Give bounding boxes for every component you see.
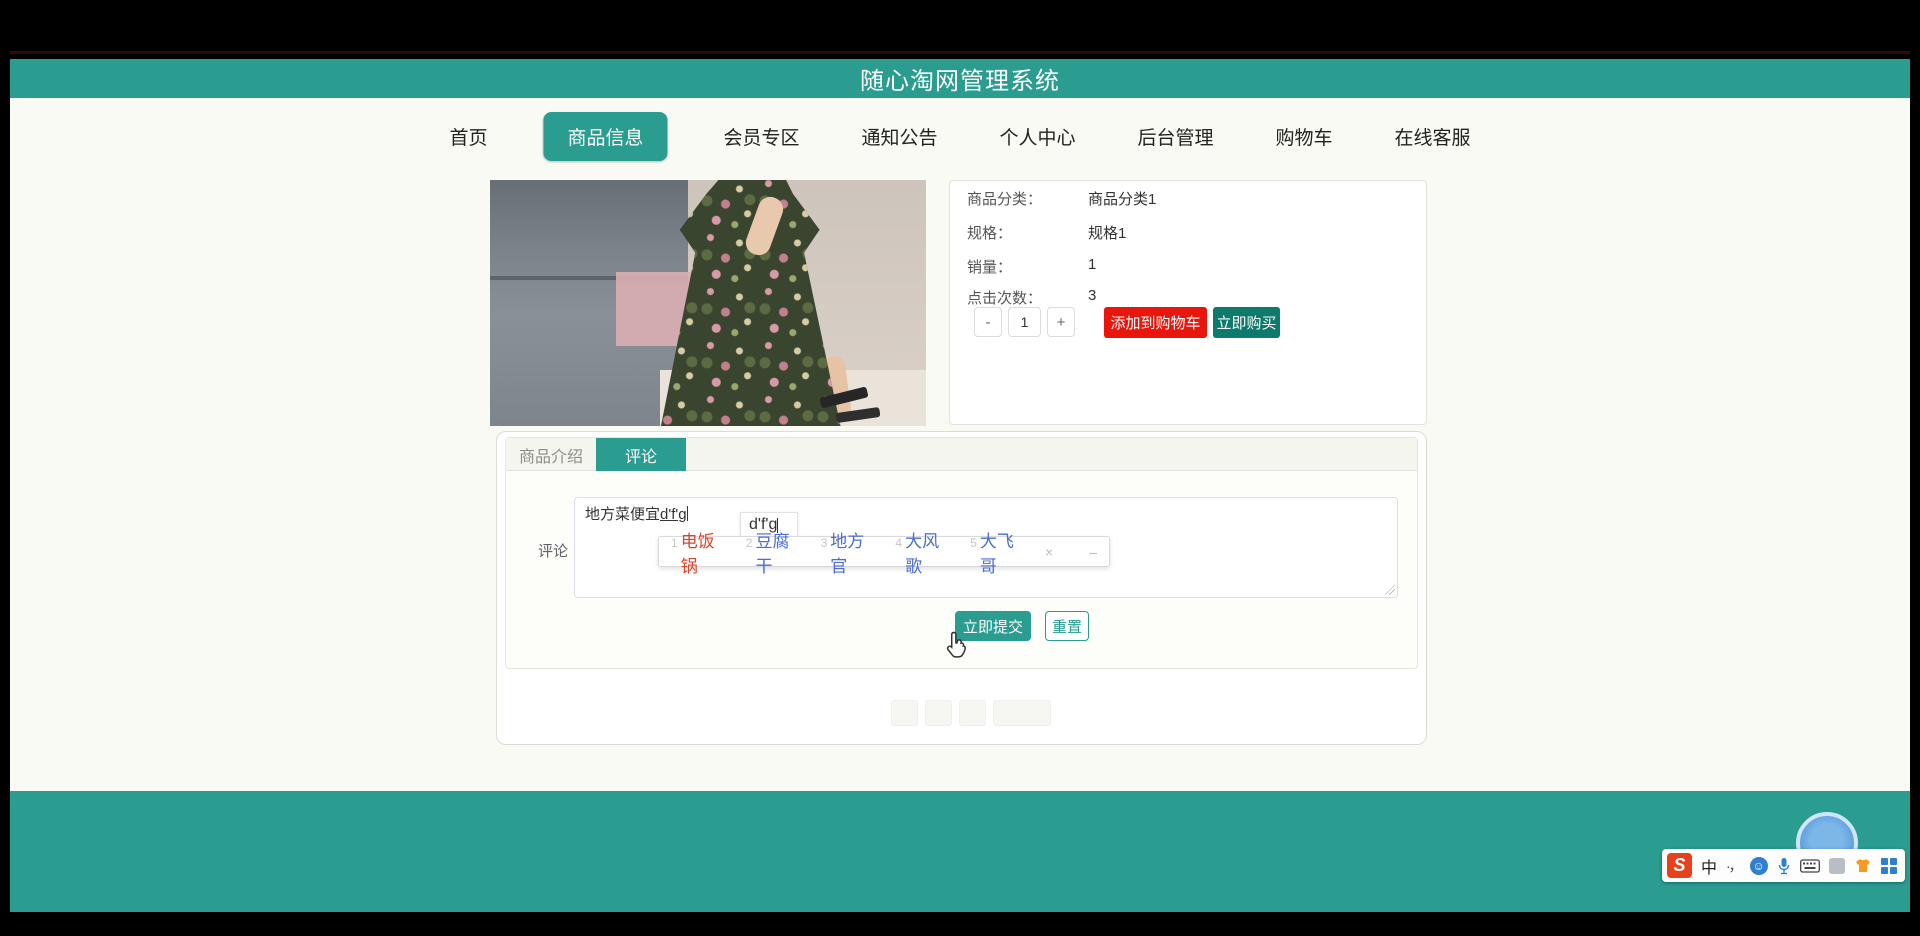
purchase-controls: - 1 + 添加到购物车 立即购买 [950,307,1428,343]
nav-item-notices[interactable]: 通知公告 [855,112,943,161]
pagination-ghost [891,700,1051,726]
nav-item-member-zone[interactable]: 会员专区 [717,112,805,161]
detail-row-category: 商品分类： 商品分类1 [967,191,1157,208]
pagination-prev[interactable] [891,700,918,726]
toolbox-grid-icon[interactable] [1880,857,1897,874]
ime-candidate-5[interactable]: 5 大飞哥 [970,527,1019,577]
nav-item-cart[interactable]: 购物车 [1270,112,1339,161]
ime-close-icon[interactable]: × [1045,544,1053,560]
buy-now-button[interactable]: 立即购买 [1213,307,1280,338]
comment-text: 地方菜便宜 [585,506,661,523]
quantity-value[interactable]: 1 [1008,307,1041,337]
textarea-resize-handle[interactable] [1384,584,1395,595]
footer [10,791,1910,912]
nav-item-customer-service[interactable]: 在线客服 [1389,112,1477,161]
punctuation-icon[interactable]: ·， [1726,856,1743,876]
app-header: 随心淘网管理系统 [10,59,1910,98]
tab-product-intro[interactable]: 商品介绍 [506,438,596,471]
pagination-page[interactable] [925,700,952,726]
sogou-logo-icon[interactable]: S [1667,853,1692,878]
tab-bar: 商品介绍 评论 [506,438,1417,471]
ime-candidate-2[interactable]: 2 豆腐干 [746,527,795,577]
skin-shirt-icon[interactable] [1854,858,1872,874]
detail-row-sales: 销量： 1 [967,256,1097,276]
ime-candidate-3[interactable]: 3 地方官 [821,527,870,577]
tab-comments[interactable]: 评论 [596,438,686,471]
top-divider [10,51,1910,54]
ime-candidate-4[interactable]: 4 大风歌 [895,527,944,577]
nav-item-personal-center[interactable]: 个人中心 [994,112,1082,161]
page-title: 随心淘网管理系统 [860,68,1060,95]
quantity-increase-button[interactable]: + [1047,307,1075,337]
detail-row-spec: 规格： 规格1 [967,225,1127,242]
add-to-cart-button[interactable]: 添加到购物车 [1104,307,1207,338]
detail-row-clicks: 点击次数： 3 [967,287,1097,307]
chinese-mode-icon[interactable]: 中 [1701,854,1717,878]
comment-label: 评论 [538,543,569,560]
ime-candidate-1[interactable]: 1 电饭锅 [671,527,720,577]
nav-item-product-info[interactable]: 商品信息 [543,112,668,161]
text-caret [686,506,688,521]
nav-item-home[interactable]: 首页 [443,112,493,161]
microphone-icon[interactable] [1777,857,1791,875]
quantity-decrease-button[interactable]: - [974,307,1002,337]
pagination-next[interactable] [959,700,986,726]
emoji-icon[interactable]: ☺ [1749,856,1768,875]
ime-candidate-bar: 1 电饭锅 2 豆腐干 3 地方官 4 大风歌 5 大飞哥 × – [658,532,1110,576]
tabs-card: 商品介绍 评论 评论 地方菜便宜d'f'g 立即提交 重置 [496,431,1427,745]
product-detail-panel: 商品分类： 商品分类1 规格： 规格1 销量： 1 点击次数： 3 - 1 + … [949,180,1427,425]
product-image [490,180,926,426]
screenshot-tool-icon[interactable] [1828,857,1845,874]
ime-inline-composition: d'f'g [660,506,687,523]
nav-item-admin[interactable]: 后台管理 [1132,112,1220,161]
ime-toolbar: S 中 ·， ☺ [1662,849,1905,882]
keyboard-icon[interactable] [1799,858,1820,873]
pagination-jump[interactable] [993,700,1051,726]
ime-minimize-icon[interactable]: – [1089,544,1097,560]
screen: 随心淘网管理系统 首页 商品信息 会员专区 通知公告 个人中心 后台管理 购物车… [0,0,1920,936]
reset-button[interactable]: 重置 [1045,611,1089,641]
main-nav: 首页 商品信息 会员专区 通知公告 个人中心 后台管理 购物车 在线客服 [443,112,1476,161]
mouse-cursor-hand [945,630,969,663]
